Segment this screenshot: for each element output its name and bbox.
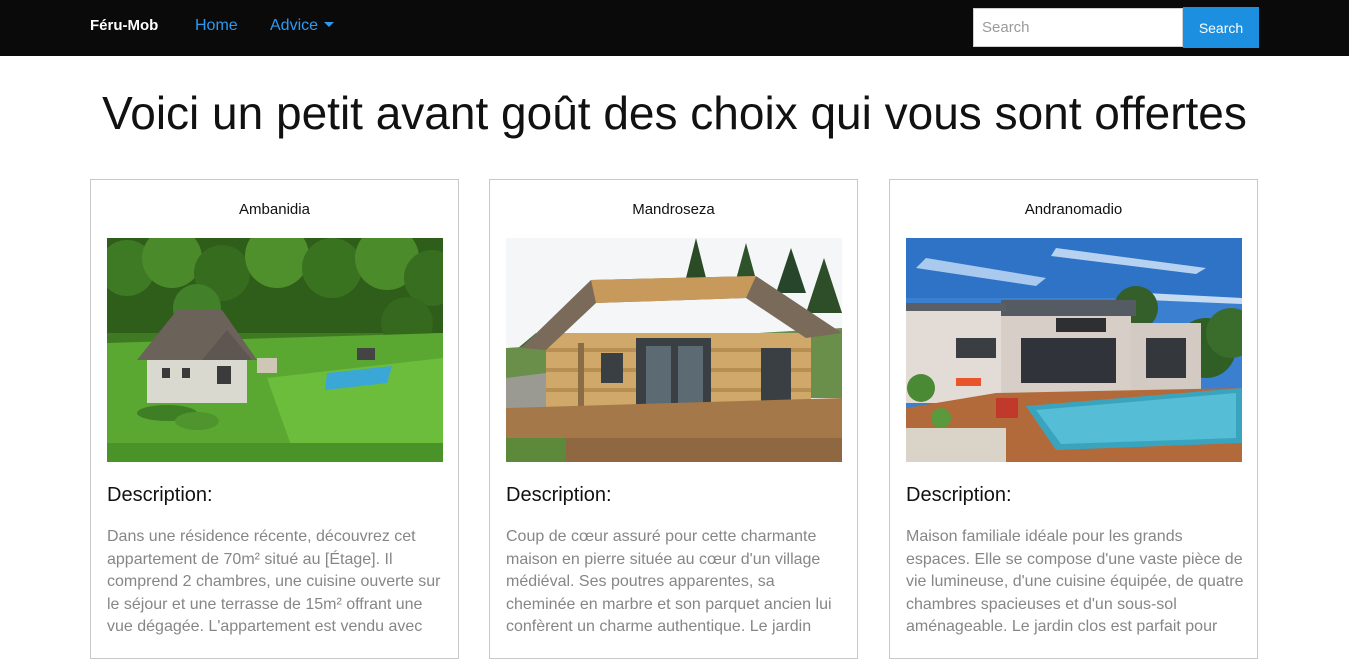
property-card-mandroseza: Mandroseza Description: Coup de cœur ass… — [489, 179, 858, 659]
card-title: Andranomadio — [1024, 201, 1123, 218]
nav-advice-label: Advice — [270, 17, 319, 34]
nav-advice-dropdown[interactable]: Advice — [270, 17, 335, 35]
description-text: Dans une résidence récente, découvrez ce… — [107, 528, 441, 635]
nav-home-link[interactable]: Home — [195, 17, 238, 35]
description-label: Description: — [506, 484, 612, 506]
brand-link[interactable]: Féru-Mob — [90, 17, 158, 34]
description-label: Description: — [906, 484, 1012, 506]
page-title: Voici un petit avant goût des choix qui … — [102, 87, 1247, 139]
property-photo-wooden-chalet — [506, 238, 842, 462]
description-text: Maison familiale idéale pour les grands … — [906, 528, 1244, 635]
chevron-down-icon — [324, 22, 335, 27]
card-title: Ambanidia — [239, 201, 310, 218]
property-card-andranomadio: Andranomadio Description: Maison familia… — [889, 179, 1258, 659]
property-photo-house-with-pool — [107, 238, 443, 462]
property-card-ambanidia: Ambanidia Description: Dans une résidenc… — [90, 179, 459, 659]
description-text: Coup de cœur assuré pour cette charmante… — [506, 528, 832, 635]
search-input[interactable] — [973, 8, 1183, 47]
top-navbar: Féru-Mob Home Advice Search — [0, 0, 1349, 56]
property-photo-modern-villa-pool — [906, 238, 1242, 462]
card-title: Mandroseza — [632, 201, 715, 218]
description-label: Description: — [107, 484, 213, 506]
search-button[interactable]: Search — [1183, 7, 1259, 48]
